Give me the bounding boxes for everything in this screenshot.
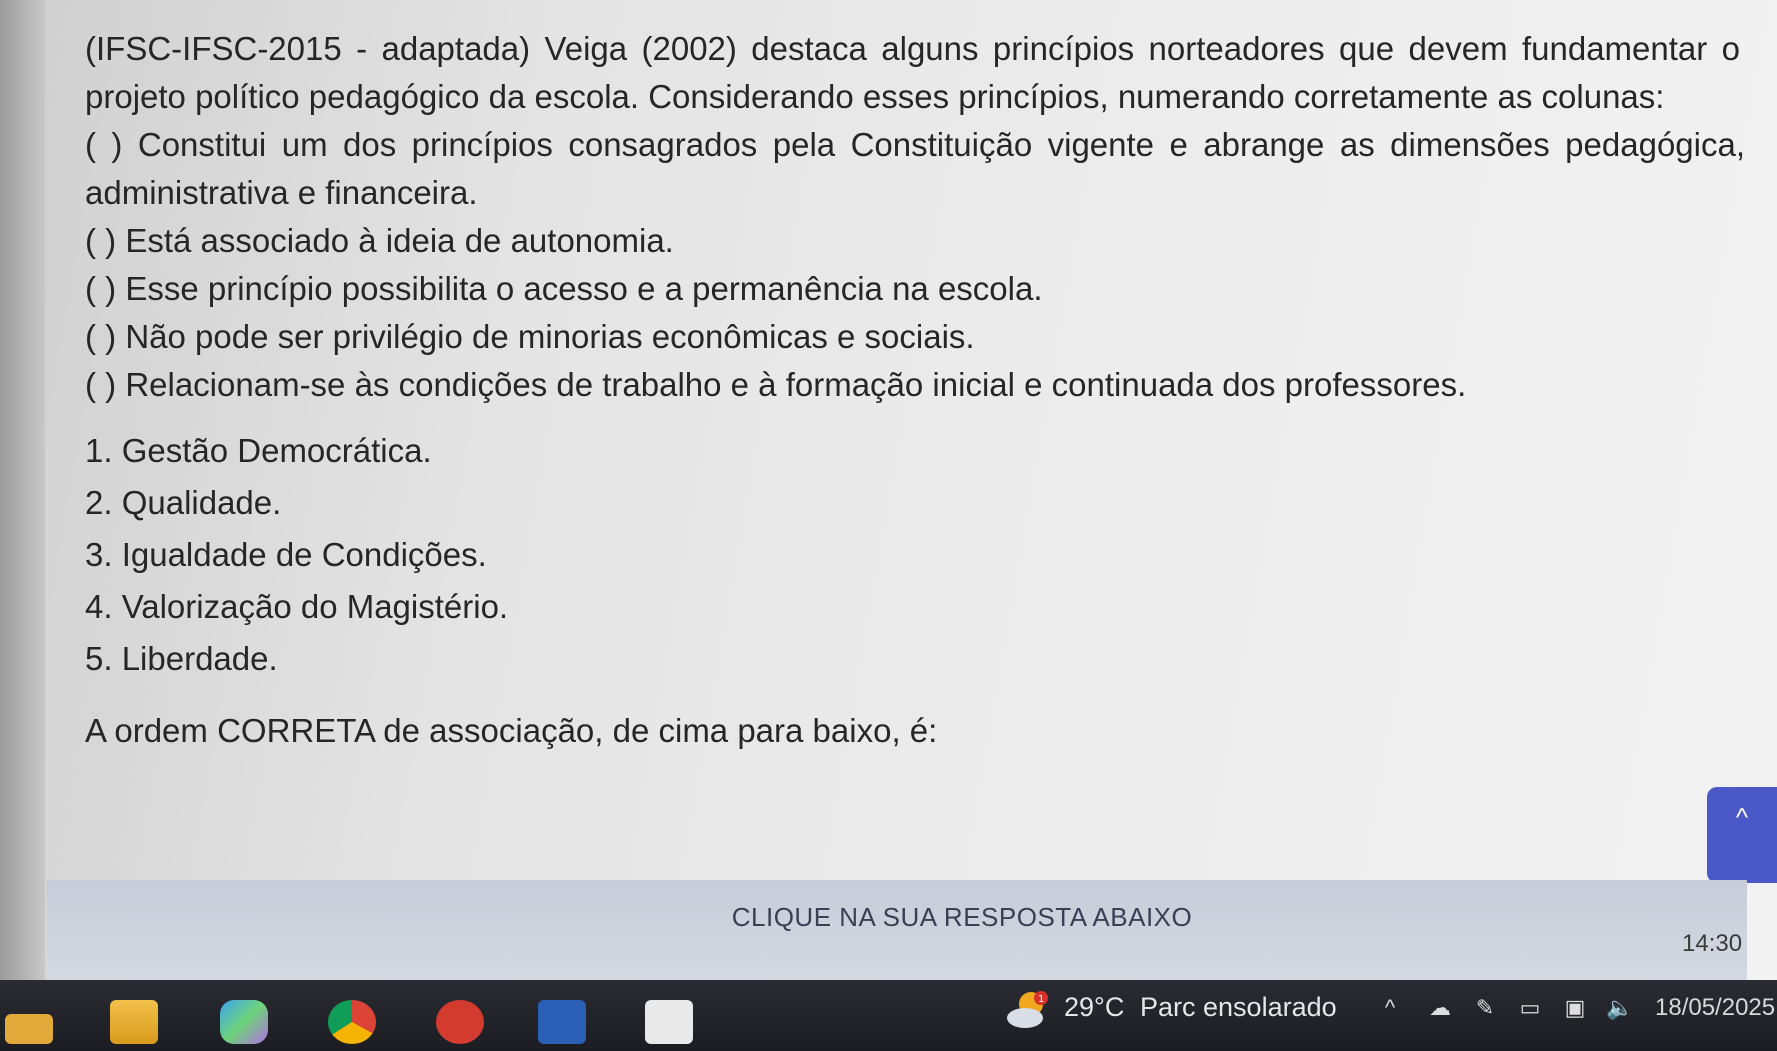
statement-3: ( ) Esse princípio possibilita o acesso … xyxy=(85,270,1043,307)
question-prompt: A ordem CORRETA de associação, de cima p… xyxy=(85,712,938,749)
weather-badge: 1 xyxy=(1038,994,1044,1005)
battery-icon[interactable]: ▭ xyxy=(1515,994,1545,1022)
screen: (IFSC-IFSC-2015 - adaptada) Veiga (2002)… xyxy=(0,0,1777,980)
app-font-icon[interactable] xyxy=(645,1000,693,1044)
option-1: 1. Gestão Democrática. xyxy=(85,432,432,469)
answer-bar-label: CLIQUE NA SUA RESPOSTA ABAIXO xyxy=(731,902,1193,932)
statement-5: ( ) Relacionam-se às condições de trabal… xyxy=(85,366,1467,403)
chevron-up-icon: ^ xyxy=(1735,802,1749,832)
option-5: 5. Liberdade. xyxy=(85,640,278,677)
answer-bar[interactable]: CLIQUE NA SUA RESPOSTA ABAIXO xyxy=(47,880,1747,980)
onedrive-icon[interactable]: ☁ xyxy=(1425,994,1455,1022)
option-3: 3. Igualdade de Condições. xyxy=(85,536,487,573)
app-red-icon[interactable] xyxy=(436,1000,484,1044)
scroll-to-top-button[interactable]: ^ xyxy=(1707,787,1777,883)
clock-time[interactable]: 14:30 xyxy=(1682,930,1742,958)
question-intro: (IFSC-IFSC-2015 - adaptada) Veiga (2002)… xyxy=(85,30,1740,115)
clock-date[interactable]: 18/05/2025 xyxy=(1655,994,1775,1022)
word-icon[interactable] xyxy=(538,1000,586,1044)
option-2: 2. Qualidade. xyxy=(85,484,282,521)
weather-description[interactable]: Parc ensolarado xyxy=(1140,992,1337,1023)
network-icon[interactable]: ▣ xyxy=(1560,994,1590,1022)
weather-temperature[interactable]: 29°C xyxy=(1064,992,1124,1023)
chevron-up-tray-icon[interactable]: ^ xyxy=(1375,994,1405,1022)
pen-icon[interactable]: ✎ xyxy=(1470,994,1500,1022)
option-list: 1. Gestão Democrática. 2. Qualidade. 3. … xyxy=(85,425,1745,685)
option-4: 4. Valorização do Magistério. xyxy=(85,588,509,625)
window-left-edge xyxy=(0,0,45,980)
volume-icon[interactable]: 🔈 xyxy=(1605,994,1635,1022)
start-icon[interactable] xyxy=(5,1014,53,1044)
weather-icon[interactable]: 1 xyxy=(1005,990,1048,1028)
chrome-icon[interactable] xyxy=(328,1000,376,1044)
copilot-icon[interactable] xyxy=(220,1000,268,1044)
question-content: (IFSC-IFSC-2015 - adaptada) Veiga (2002)… xyxy=(85,25,1745,788)
statement-1: ( ) Constitui um dos princípios consagra… xyxy=(85,126,1745,211)
statement-2: ( ) Está associado à ideia de autonomia. xyxy=(85,222,674,259)
statement-4: ( ) Não pode ser privilégio de minorias … xyxy=(85,318,975,355)
taskbar: 1 29°C Parc ensolarado ^ ☁ ✎ ▭ ▣ 🔈 14:30… xyxy=(0,930,1777,1051)
file-explorer-icon[interactable] xyxy=(110,1000,158,1044)
statement-list: ( ) Constitui um dos princípios consagra… xyxy=(85,121,1745,409)
